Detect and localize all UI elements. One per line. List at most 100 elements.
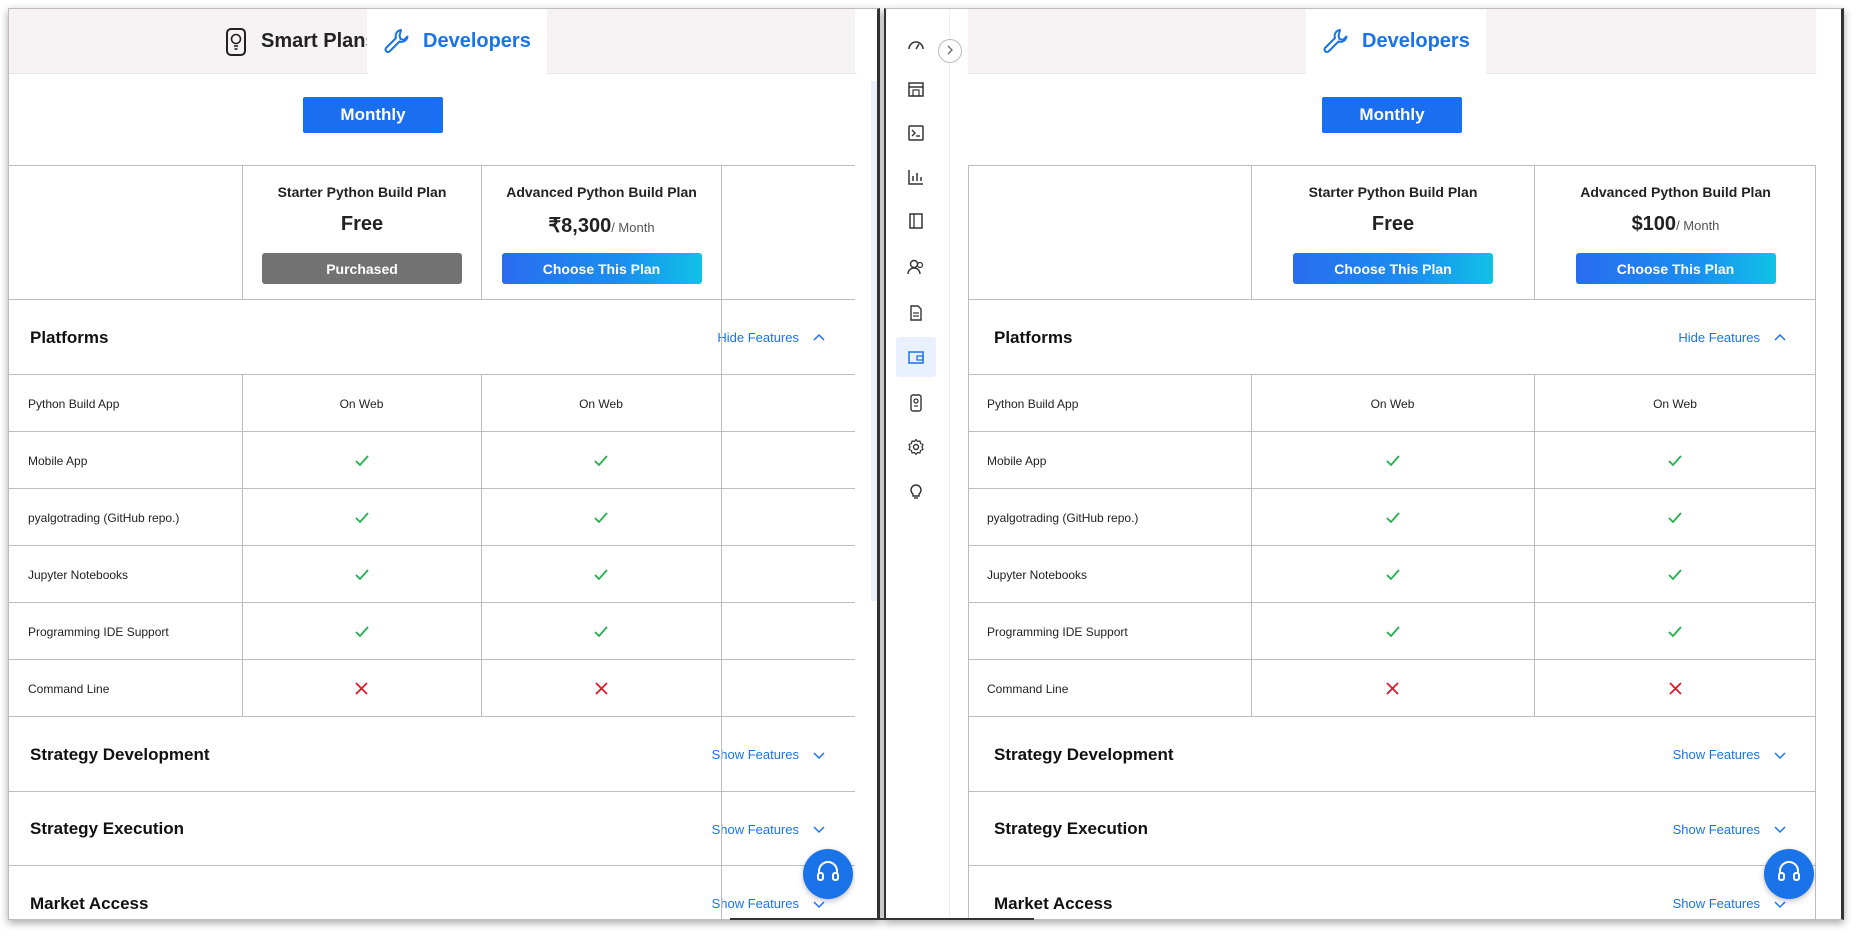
book-icon[interactable]: [902, 207, 930, 235]
section-title: Strategy Development: [30, 744, 210, 764]
feature-label: Programming IDE Support: [987, 624, 1128, 639]
chart-icon[interactable]: [902, 163, 930, 191]
table-row: Python Build App On Web On Web: [968, 375, 1816, 432]
sidebar: [886, 9, 962, 919]
choose-plan-button[interactable]: Choose This Plan: [501, 253, 702, 284]
toggle-label: Hide Features: [717, 330, 799, 345]
toggle-label: Hide Features: [1678, 330, 1760, 345]
table-border: [968, 300, 969, 374]
table-border: [721, 489, 722, 545]
section-market-access: Market Access Show Features: [968, 866, 1816, 919]
right-window: Developers Monthly Starter Python Build …: [884, 8, 1844, 920]
feature-label: Mobile App: [28, 453, 88, 468]
table-border: [968, 546, 969, 602]
hide-features-toggle[interactable]: Hide Features: [1678, 300, 1786, 375]
table-border: [721, 166, 722, 299]
tab-developers[interactable]: Developers: [367, 9, 547, 74]
monthly-button[interactable]: Monthly: [303, 97, 443, 133]
dashboard-icon[interactable]: [902, 31, 930, 59]
choose-plan-button[interactable]: Choose This Plan: [1293, 253, 1493, 284]
table-row: Jupyter Notebooks: [9, 546, 855, 603]
toggle-label: Show Features: [711, 747, 799, 762]
table-border: [721, 660, 722, 716]
choose-plan-button[interactable]: Choose This Plan: [1575, 253, 1776, 284]
plan-price: Free: [1252, 213, 1534, 236]
monthly-button[interactable]: Monthly: [1322, 97, 1462, 133]
plan-price: Free: [243, 213, 481, 236]
sidebar-collapse-button[interactable]: [938, 39, 962, 63]
check-icon: [1534, 546, 1816, 603]
table-border: [1815, 603, 1816, 659]
feature-label: Python Build App: [28, 396, 120, 411]
feature-value: On Web: [579, 396, 623, 411]
hide-features-toggle[interactable]: Hide Features: [717, 300, 825, 375]
feature-value: On Web: [1653, 396, 1697, 411]
table-border: [968, 792, 969, 865]
table-border: [1815, 375, 1816, 431]
plan-price: ₹8,300/ Month: [482, 213, 721, 238]
table-border: [721, 546, 722, 602]
show-features-toggle[interactable]: Show Features: [712, 792, 825, 866]
tab-developers[interactable]: Developers: [1306, 9, 1486, 74]
table-row: Python Build App On Web On Web: [9, 375, 855, 432]
cross-icon: [1251, 660, 1534, 717]
section-title: Strategy Execution: [994, 819, 1148, 838]
tab-label: Developers: [1362, 30, 1470, 52]
plan-price: $100/ Month: [1535, 213, 1816, 236]
table-border: [1815, 166, 1816, 299]
feature-label: Jupyter Notebooks: [987, 567, 1088, 582]
gear-icon[interactable]: [902, 433, 930, 461]
chevron-up-icon: [813, 332, 825, 344]
left-window: Smart Plans Developers Monthly Starter P…: [8, 8, 880, 920]
plan-header-row: Starter Python Build Plan Free Purchased…: [9, 165, 855, 300]
check-icon: [481, 546, 721, 603]
price-value: ₹8,300: [548, 215, 612, 237]
check-icon: [1251, 432, 1534, 489]
wallet-icon[interactable]: [896, 337, 936, 377]
feature-label: Programming IDE Support: [28, 624, 169, 639]
table-row: Command Line: [9, 660, 855, 717]
section-title: Platforms: [994, 327, 1073, 347]
table-border: [968, 717, 969, 791]
show-features-toggle[interactable]: Show Features: [1673, 717, 1786, 792]
section-title: Market Access: [994, 893, 1113, 913]
lightbulb-icon[interactable]: [902, 477, 930, 505]
scrollbar[interactable]: [871, 81, 877, 601]
table-row: pyalgotrading (GitHub repo.): [968, 489, 1816, 546]
section-strategy-development: Strategy Development Show Features: [9, 717, 855, 792]
table-border: [721, 375, 722, 431]
table-row: Mobile App: [968, 432, 1816, 489]
terminal-icon[interactable]: [902, 119, 930, 147]
device-icon[interactable]: [902, 389, 930, 417]
table-border: [721, 792, 722, 865]
table-border: [1815, 660, 1816, 716]
tab-smart-plans[interactable]: Smart Plans: [221, 9, 377, 74]
users-icon[interactable]: [902, 253, 930, 281]
section-strategy-execution: Strategy Execution Show Features: [9, 792, 855, 866]
plan-column-advanced: Advanced Python Build Plan ₹8,300/ Month…: [481, 166, 721, 299]
plan-name: Advanced Python Build Plan: [1580, 184, 1771, 200]
table-border: [721, 603, 722, 659]
check-icon: [1251, 603, 1534, 660]
feature-label: pyalgotrading (GitHub repo.): [28, 510, 180, 525]
store-icon[interactable]: [902, 75, 930, 103]
check-icon: [1534, 489, 1816, 546]
feature-label: Command Line: [987, 681, 1069, 696]
table-border: [968, 866, 969, 919]
check-icon: [481, 489, 721, 546]
pricing-panel: Smart Plans Developers Monthly Starter P…: [9, 9, 855, 919]
check-icon: [242, 432, 481, 489]
support-button[interactable]: [803, 849, 853, 899]
support-button[interactable]: [1764, 849, 1814, 899]
screen: Smart Plans Developers Monthly Starter P…: [0, 0, 1857, 937]
cross-icon: [1534, 660, 1816, 717]
headset-icon: [815, 859, 841, 890]
show-features-toggle[interactable]: Show Features: [712, 717, 825, 792]
purchased-button[interactable]: Purchased: [262, 253, 462, 284]
show-features-toggle[interactable]: Show Features: [1673, 792, 1786, 866]
check-icon: [1251, 546, 1534, 603]
cross-icon: [242, 660, 481, 717]
chevron-down-icon: [1774, 823, 1786, 835]
document-icon[interactable]: [902, 299, 930, 327]
section-title: Market Access: [30, 893, 149, 913]
